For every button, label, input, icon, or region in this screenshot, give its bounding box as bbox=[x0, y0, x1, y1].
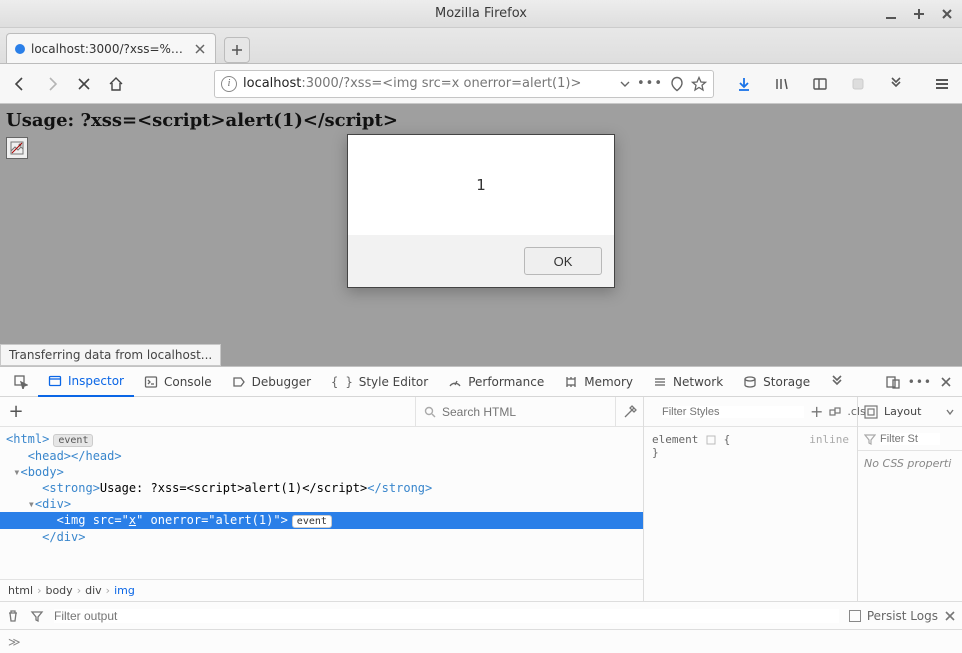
page-content: Usage: ?xss=<script>alert(1)</script> 1 … bbox=[0, 104, 962, 366]
window-close-button[interactable] bbox=[938, 5, 956, 23]
browser-tab[interactable]: localhost:3000/?xss=%3Cim bbox=[6, 33, 216, 63]
alert-message: 1 bbox=[348, 135, 614, 235]
extension-button[interactable] bbox=[844, 70, 872, 98]
devtools-dom-tree[interactable]: <html>event <head></head> ▾<body> <stron… bbox=[0, 427, 643, 579]
devtools-layout-empty: No CSS properti bbox=[858, 451, 962, 601]
devtools: Inspector Console Debugger { } Style Edi… bbox=[0, 366, 962, 653]
devtools-tabs-overflow[interactable] bbox=[820, 367, 854, 397]
devtools-box-model-icon[interactable] bbox=[864, 405, 878, 419]
devtools-responsive-button[interactable] bbox=[886, 375, 900, 389]
url-bar[interactable]: i localhost:3000/?xss=<img src=x onerror… bbox=[214, 70, 714, 98]
devtools-tab-memory[interactable]: Memory bbox=[554, 367, 643, 397]
page-actions-icon[interactable]: ••• bbox=[637, 76, 663, 91]
overflow-button[interactable] bbox=[882, 70, 910, 98]
devtools-search-input[interactable] bbox=[442, 405, 582, 419]
forward-button[interactable] bbox=[38, 70, 66, 98]
devtools-tab-network[interactable]: Network bbox=[643, 367, 733, 397]
devtools-search-html[interactable] bbox=[415, 397, 615, 426]
usage-heading: Usage: ?xss=<script>alert(1)</script> bbox=[6, 110, 398, 131]
devtools-tab-storage[interactable]: Storage bbox=[733, 367, 820, 397]
alert-dialog: 1 OK bbox=[347, 134, 615, 288]
devtools-console-close-button[interactable] bbox=[944, 610, 956, 622]
library-button[interactable] bbox=[768, 70, 796, 98]
persist-logs-checkbox[interactable] bbox=[849, 610, 861, 622]
new-tab-button[interactable] bbox=[224, 37, 250, 63]
tab-title: localhost:3000/?xss=%3Cim bbox=[31, 42, 187, 56]
devtools-markup-panel: + <html>event <head></head> ▾<body> <str… bbox=[0, 397, 644, 601]
downloads-button[interactable] bbox=[730, 70, 758, 98]
devtools-add-rule-button[interactable]: + bbox=[810, 402, 823, 421]
devtools-layout-panel: Layout No CSS properti bbox=[858, 397, 962, 601]
devtools-split-console-prompt[interactable]: ≫ bbox=[0, 629, 962, 653]
devtools-console-filter-input[interactable] bbox=[54, 609, 839, 623]
devtools-selected-node: <img src="x" onerror="alert(1)">event bbox=[0, 512, 643, 529]
tab-close-button[interactable] bbox=[193, 42, 207, 56]
devtools-tab-style-editor[interactable]: { } Style Editor bbox=[321, 367, 438, 397]
devtools-tab-debugger[interactable]: Debugger bbox=[222, 367, 321, 397]
window-maximize-button[interactable] bbox=[910, 5, 928, 23]
funnel-icon bbox=[864, 433, 876, 445]
tab-loading-icon bbox=[15, 44, 25, 54]
url-dropdown-icon[interactable] bbox=[619, 78, 631, 90]
stop-button[interactable] bbox=[70, 70, 98, 98]
devtools-menu-button[interactable]: ••• bbox=[908, 375, 932, 389]
devtools-close-button[interactable] bbox=[940, 376, 952, 388]
home-button[interactable] bbox=[102, 70, 130, 98]
devtools-rules-panel: + .cls element {inline } bbox=[644, 397, 858, 601]
site-info-icon[interactable]: i bbox=[221, 76, 237, 92]
devtools-tab-console[interactable]: Console bbox=[134, 367, 222, 397]
devtools-eyedropper-button[interactable] bbox=[615, 397, 643, 426]
devtools-filter-styles-input[interactable] bbox=[662, 406, 804, 418]
url-text: localhost:3000/?xss=<img src=x onerror=a… bbox=[243, 76, 613, 91]
devtools-pick-element-button[interactable] bbox=[4, 367, 38, 397]
devtools-tabbar: Inspector Console Debugger { } Style Edi… bbox=[0, 367, 962, 397]
hamburger-menu-button[interactable] bbox=[928, 70, 956, 98]
devtools-layout-filter-input[interactable] bbox=[880, 433, 940, 445]
window-title: Mozilla Firefox bbox=[435, 6, 527, 21]
status-bar: Transferring data from localhost... bbox=[0, 344, 221, 366]
broken-image-icon bbox=[6, 137, 28, 159]
window-titlebar: Mozilla Firefox bbox=[0, 0, 962, 28]
devtools-console-toolbar: Persist Logs bbox=[0, 601, 962, 629]
devtools-tab-performance[interactable]: Performance bbox=[438, 367, 554, 397]
persist-logs-label: Persist Logs bbox=[867, 609, 938, 623]
back-button[interactable] bbox=[6, 70, 34, 98]
alert-ok-button[interactable]: OK bbox=[524, 247, 602, 275]
funnel-icon[interactable] bbox=[30, 609, 44, 623]
devtools-pseudo-button[interactable] bbox=[829, 406, 841, 418]
tab-bar: localhost:3000/?xss=%3Cim bbox=[0, 28, 962, 64]
chevron-down-icon[interactable] bbox=[944, 406, 956, 418]
reader-mode-icon[interactable] bbox=[669, 76, 685, 92]
devtools-clear-button[interactable] bbox=[6, 609, 20, 623]
navigation-toolbar: i localhost:3000/?xss=<img src=x onerror… bbox=[0, 64, 962, 104]
devtools-add-node-button[interactable]: + bbox=[0, 401, 32, 422]
sidebar-button[interactable] bbox=[806, 70, 834, 98]
window-minimize-button[interactable] bbox=[882, 5, 900, 23]
devtools-tab-inspector[interactable]: Inspector bbox=[38, 367, 134, 397]
devtools-breadcrumbs[interactable]: html› body› div› img bbox=[0, 579, 643, 601]
bookmark-star-icon[interactable] bbox=[691, 76, 707, 92]
